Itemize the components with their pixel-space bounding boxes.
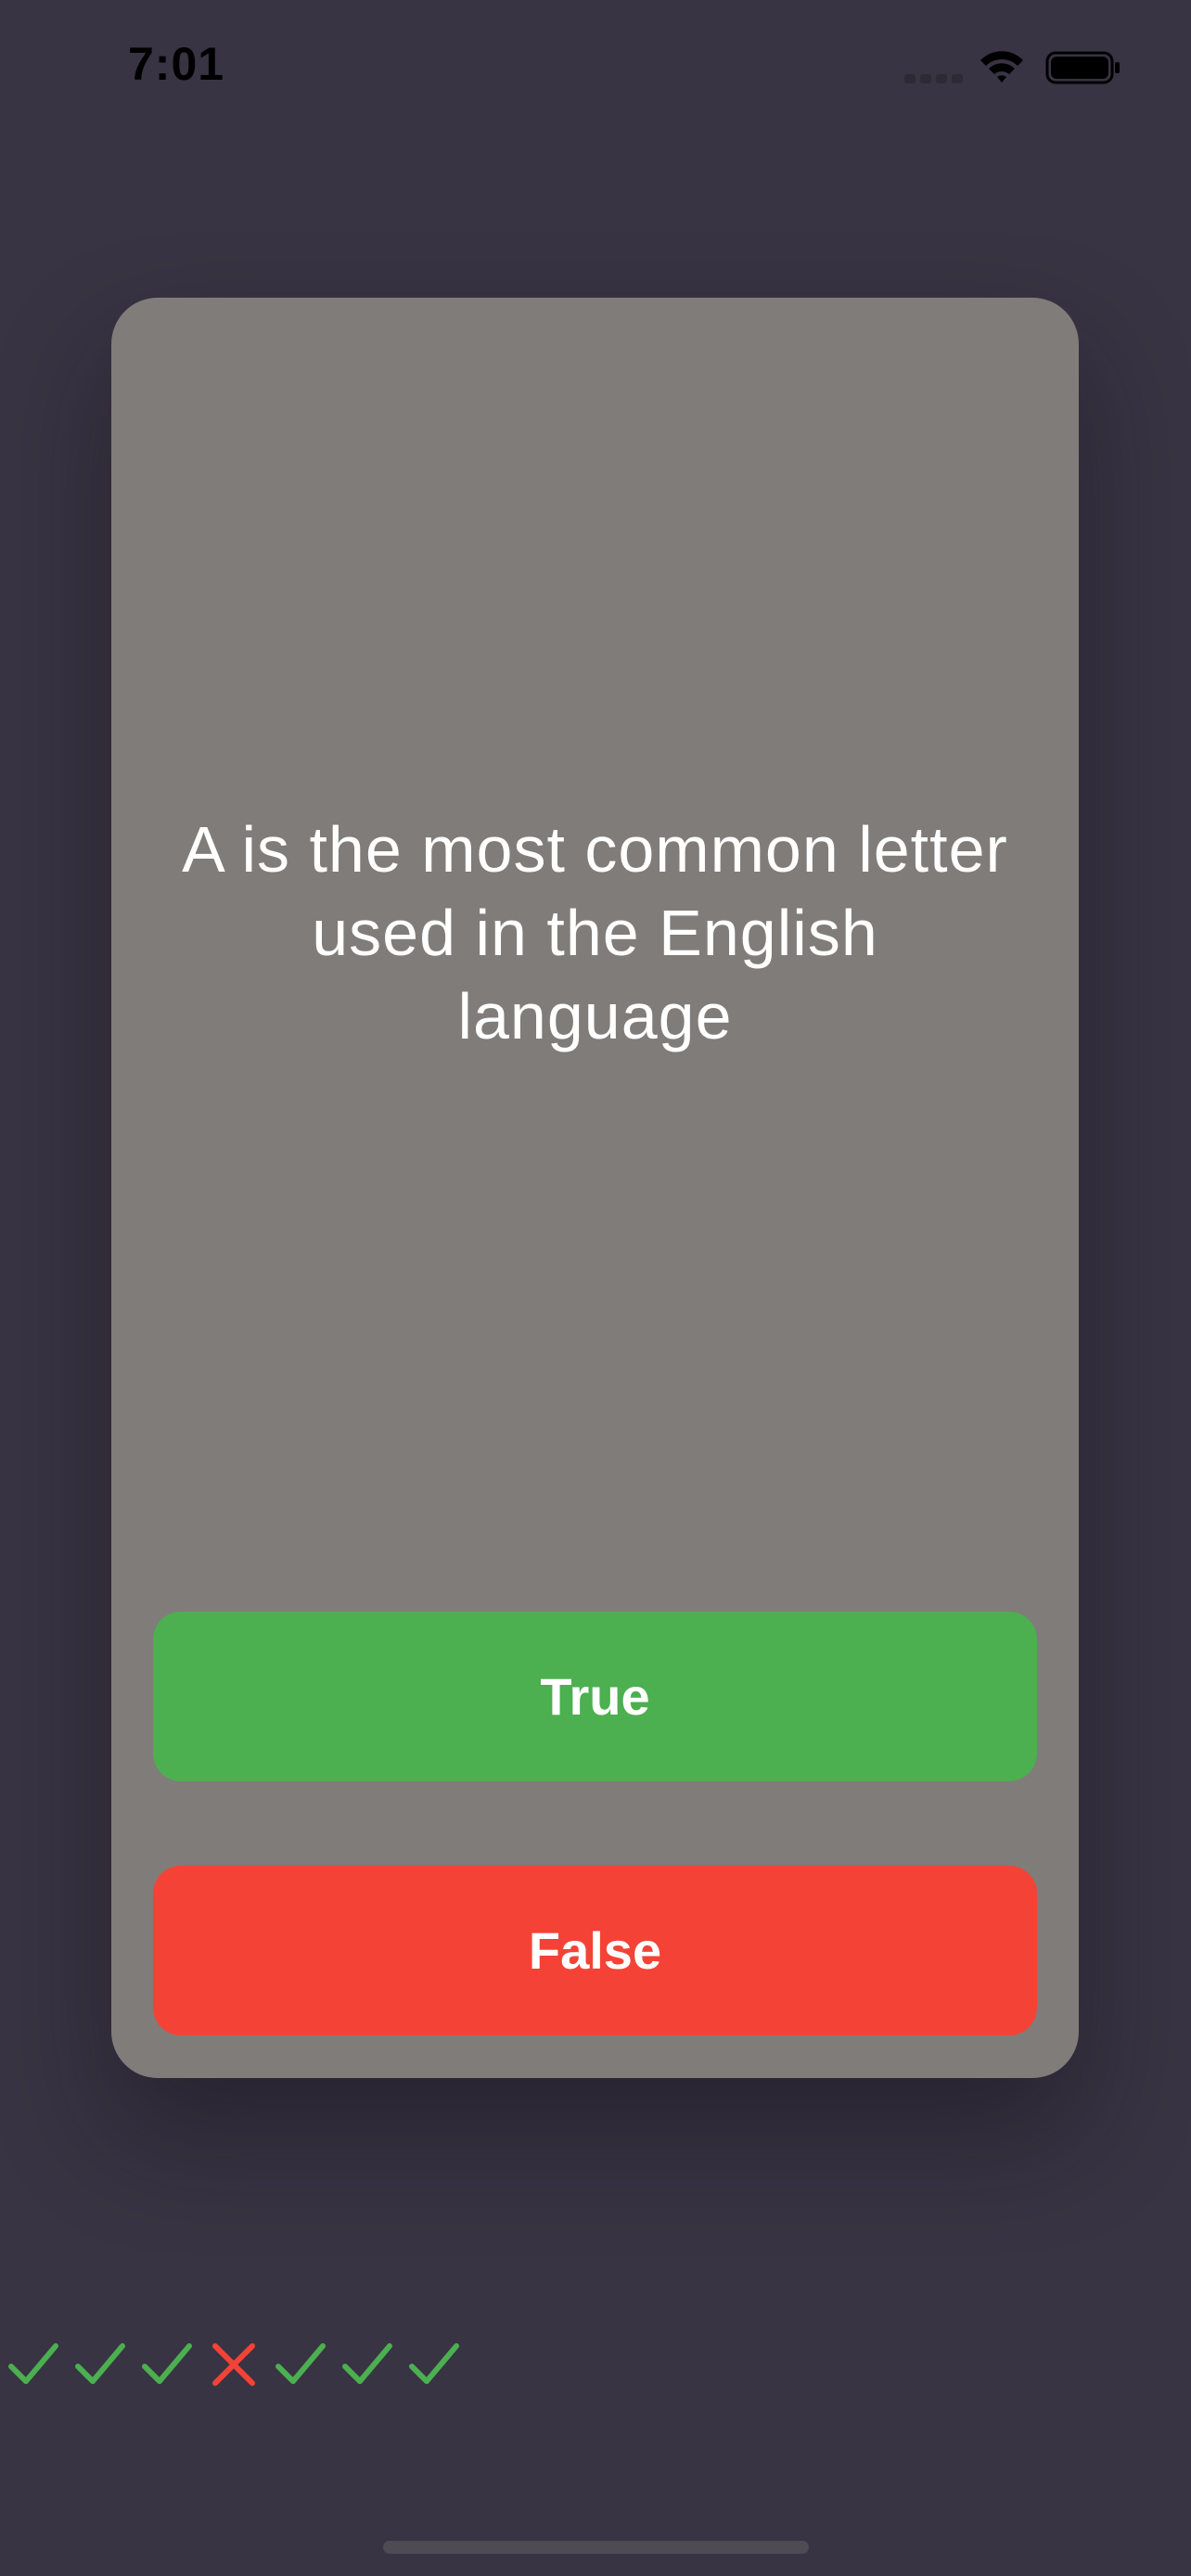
status-time: 7:01 [128, 38, 225, 90]
check-icon [75, 2343, 125, 2384]
close-icon [212, 2343, 255, 2386]
question-card: A is the most common letter used in the … [111, 298, 1079, 2078]
check-icon [342, 2343, 392, 2384]
check-icon [8, 2343, 58, 2384]
check-icon [142, 2343, 192, 2384]
check-icon [409, 2343, 459, 2384]
true-button[interactable]: True [153, 1612, 1037, 1781]
question-text: A is the most common letter used in the … [182, 813, 1008, 1052]
battery-icon [1045, 51, 1120, 84]
check-icon [275, 2343, 326, 2384]
home-indicator[interactable] [383, 2541, 809, 2554]
cellular-signal-icon [904, 74, 963, 83]
status-bar: 7:01 [0, 0, 1191, 130]
false-button[interactable]: False [153, 1866, 1037, 2035]
wifi-icon [980, 51, 1023, 83]
